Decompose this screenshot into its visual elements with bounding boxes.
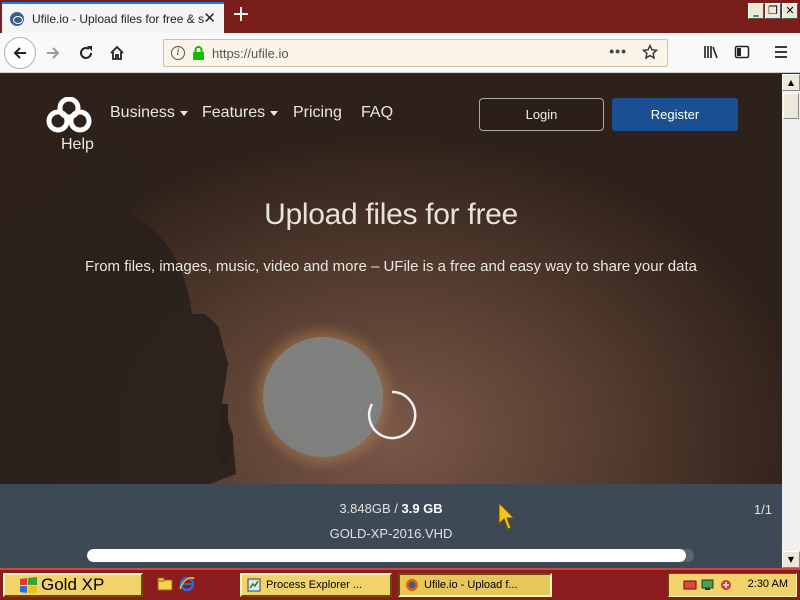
forward-arrow-icon (47, 47, 60, 59)
nav-business-label: Business (110, 104, 175, 121)
scroll-up-icon[interactable]: ▲ (782, 74, 800, 91)
tray-network-icon[interactable] (683, 578, 697, 592)
tray-shield-icon[interactable] (719, 578, 733, 592)
upload-progress-panel: 3.848GB / 3.9 GB GOLD-XP-2016.VHD 1/1 (0, 484, 782, 568)
hero-title: Upload files for free (264, 198, 518, 231)
windows-taskbar: Gold XP Process Explorer ... Ufile.io - … (0, 568, 800, 600)
process-explorer-icon (247, 578, 261, 592)
forward-button[interactable] (39, 39, 67, 67)
upload-size: 3.848GB / 3.9 GB (0, 501, 782, 516)
ufile-logo-icon[interactable] (46, 96, 92, 138)
system-tray: 2:30 AM (668, 573, 797, 597)
scroll-down-icon[interactable]: ▼ (782, 551, 800, 568)
lock-icon[interactable] (192, 45, 205, 66)
close-window-icon[interactable]: ✕ (782, 3, 798, 19)
url-text[interactable]: https://ufile.io (212, 46, 289, 61)
mouse-cursor-icon (498, 502, 516, 530)
restore-icon[interactable]: ❐ (765, 3, 781, 19)
page-content: Help Business Features Pricing FAQ Login… (0, 74, 782, 568)
firefox-icon (406, 579, 418, 591)
nav-faq[interactable]: FAQ (361, 104, 393, 122)
reload-icon (80, 46, 92, 59)
caret-down-icon (179, 110, 188, 116)
total-size: 3.9 GB (401, 501, 443, 516)
tab-close-icon[interactable]: ✕ (203, 9, 216, 27)
reload-button[interactable] (72, 39, 100, 67)
taskbar-item-label: Process Explorer ... (266, 579, 362, 591)
home-icon (110, 45, 124, 60)
hero-subtitle: From files, images, music, video and mor… (85, 258, 697, 275)
nav-features-label: Features (202, 104, 266, 121)
nav-features[interactable]: Features (202, 104, 279, 122)
taskbar-item-label: Ufile.io - Upload f... (424, 579, 518, 591)
nav-business[interactable]: Business (110, 104, 188, 122)
windows-flag-icon (20, 577, 37, 593)
bookmark-star-icon[interactable] (641, 43, 659, 65)
login-button[interactable]: Login (479, 98, 604, 131)
sidebar-icon[interactable] (734, 44, 750, 65)
nav-help[interactable]: Help (61, 136, 94, 154)
back-button[interactable] (4, 37, 36, 69)
page-actions-icon[interactable]: ••• (609, 43, 627, 59)
new-tab-icon[interactable]: + (230, 4, 252, 26)
browser-toolbar: i https://ufile.io ••• (0, 33, 800, 73)
back-arrow-icon (13, 47, 26, 59)
start-label: Gold XP (41, 575, 105, 594)
internet-explorer-icon[interactable] (179, 576, 195, 592)
clock: 2:30 AM (747, 578, 788, 590)
site-info-icon[interactable]: i (171, 46, 185, 60)
upload-file-count: 1/1 (753, 502, 772, 517)
minimize-icon[interactable]: _ (748, 3, 764, 19)
uploaded-amount: 3.848GB (339, 501, 391, 516)
loading-spinner-icon (367, 390, 417, 440)
taskbar-item-process-explorer[interactable]: Process Explorer ... (240, 573, 392, 597)
start-button[interactable]: Gold XP (3, 573, 143, 597)
nav-pricing[interactable]: Pricing (293, 104, 342, 122)
caret-down-icon (270, 110, 279, 116)
sun-image (263, 337, 383, 457)
hamburger-menu-icon[interactable] (773, 44, 789, 65)
upload-filename: GOLD-XP-2016.VHD (329, 526, 453, 541)
tab-title: Ufile.io - Upload files for free & sh (32, 11, 204, 26)
library-icon[interactable] (703, 44, 719, 65)
home-button[interactable] (103, 39, 131, 67)
folder-icon[interactable] (157, 576, 173, 592)
browser-tab-strip: Ufile.io - Upload files for free & sh ✕ … (0, 0, 800, 33)
scrollbar-thumb[interactable] (783, 93, 799, 119)
tray-monitor-icon[interactable] (701, 578, 715, 592)
upload-progress-fill (87, 549, 687, 562)
url-bar[interactable]: i https://ufile.io ••• (163, 39, 668, 67)
browser-tab[interactable]: Ufile.io - Upload files for free & sh ✕ (2, 2, 224, 33)
register-button[interactable]: Register (612, 98, 738, 131)
page-scrollbar[interactable]: ▲ ▼ (782, 74, 800, 568)
size-separator: / (390, 501, 402, 516)
upload-progress-bar (87, 549, 694, 562)
taskbar-item-firefox[interactable]: Ufile.io - Upload f... (398, 573, 552, 597)
ufile-favicon-icon (10, 11, 24, 26)
